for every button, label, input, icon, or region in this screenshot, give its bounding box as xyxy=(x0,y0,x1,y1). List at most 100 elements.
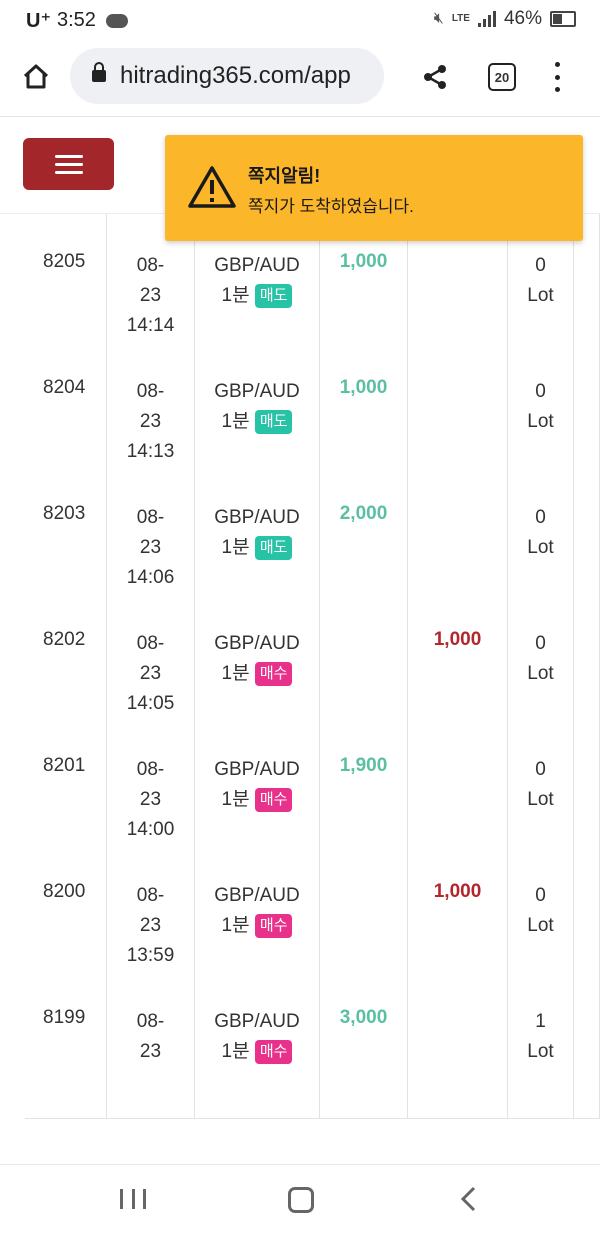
side-badge: 매수 xyxy=(254,661,293,686)
table-row: 8200 08- 23 13:59 GBP/AUD 1분 매수 1,000 0 Lot xyxy=(25,866,600,993)
trade-date-cell: 08- 23 13:59 xyxy=(107,866,195,992)
back-icon[interactable] xyxy=(458,1185,478,1213)
overflow-cell xyxy=(574,236,600,362)
signal-icon xyxy=(477,11,496,27)
profit-value xyxy=(320,866,407,881)
loss-cell xyxy=(408,740,508,866)
loss-cell xyxy=(408,362,508,488)
side-badge: 매수 xyxy=(254,1039,293,1064)
trade-time: 13:59 xyxy=(126,945,175,966)
trade-period: 1분 xyxy=(221,915,250,936)
trade-period: 1분 xyxy=(221,537,250,558)
trade-id: 8201 xyxy=(43,755,86,776)
trade-id-cell: 8200 xyxy=(25,866,107,992)
trade-id-cell: 8204 xyxy=(25,362,107,488)
trade-date-day: 23 xyxy=(139,915,162,936)
table-row: 8202 08- 23 14:05 GBP/AUD 1분 매수 1,000 0 Lot xyxy=(25,614,600,741)
lot-cell: 0 Lot xyxy=(508,488,574,614)
notification-toast[interactable]: 쪽지알림! 쪽지가 도착하였습니다. xyxy=(165,135,583,241)
trade-id-cell: 8203 xyxy=(25,488,107,614)
loss-value xyxy=(408,740,507,755)
mute-icon: 🔇︎ xyxy=(433,10,444,27)
warning-icon xyxy=(188,166,236,208)
lot-value: 0 xyxy=(535,633,546,654)
trade-pair-cell: GBP/AUD 1분 매수 xyxy=(195,866,320,992)
currency-pair: GBP/AUD xyxy=(214,381,300,402)
loss-cell xyxy=(408,236,508,362)
loss-value xyxy=(408,992,507,1007)
url-text: hitrading365.com/app xyxy=(120,62,351,89)
loss-value: 1,000 xyxy=(433,881,482,902)
trade-period: 1분 xyxy=(221,789,250,810)
trade-date-day: 23 xyxy=(139,411,162,432)
network-type: LTE xyxy=(451,13,470,24)
overflow-cell xyxy=(574,362,600,488)
trade-id: 8199 xyxy=(43,1007,86,1028)
currency-pair: GBP/AUD xyxy=(214,633,300,654)
lot-value: 0 xyxy=(535,759,546,780)
table-row: 8201 08- 23 14:00 GBP/AUD 1분 매수 1,900 0 Lot xyxy=(25,740,600,867)
trade-date-cell: 08- 23 14:13 xyxy=(107,362,195,488)
overflow-cell xyxy=(574,740,600,866)
menu-icon[interactable] xyxy=(23,138,114,190)
cloud-icon xyxy=(105,13,128,28)
trade-time: 14:00 xyxy=(126,819,175,840)
lot-unit: Lot xyxy=(527,411,554,432)
lot-unit: Lot xyxy=(527,537,554,558)
currency-pair: GBP/AUD xyxy=(214,885,300,906)
trade-period: 1분 xyxy=(221,663,250,684)
lot-unit: Lot xyxy=(527,285,554,306)
profit-cell: 2,000 xyxy=(320,488,408,614)
trade-id-cell: 8206 xyxy=(25,214,107,236)
lot-cell: 0 Lot xyxy=(508,614,574,740)
table-row: 8199 08- 23 GBP/AUD 1분 매수 3,000 1 Lot xyxy=(25,992,600,1119)
trade-time: 14:05 xyxy=(126,693,175,714)
lot-value: 0 xyxy=(535,381,546,402)
lot-cell: 0 Lot xyxy=(508,866,574,992)
trade-id: 8203 xyxy=(43,503,86,524)
lot-unit: Lot xyxy=(527,789,554,810)
overflow-cell xyxy=(574,866,600,992)
status-right: 🔇︎ LTE 46% xyxy=(434,8,576,30)
trade-date: 08- xyxy=(136,1011,165,1032)
carrier-label: U⁺ xyxy=(26,10,51,32)
toast-message: 쪽지가 도착하였습니다. xyxy=(248,197,414,216)
profit-value: 1,000 xyxy=(339,251,388,272)
trade-pair-cell: GBP/AUD 1분 매도 xyxy=(195,236,320,362)
lot-cell: 0 Lot xyxy=(508,740,574,866)
profit-cell: 3,000 xyxy=(320,992,408,1118)
address-bar[interactable]: hitrading365.com/app xyxy=(70,48,384,104)
trade-date-cell: 08- 23 14:14 xyxy=(107,236,195,362)
trade-time: 14:14 xyxy=(126,315,175,336)
trade-id-cell: 8201 xyxy=(25,740,107,866)
home-icon[interactable] xyxy=(18,58,54,94)
profit-value: 1,000 xyxy=(339,377,388,398)
clock: 3:52 xyxy=(57,9,96,31)
trade-date-cell: 08- 23 xyxy=(107,992,195,1118)
trade-date: 08- xyxy=(136,633,165,654)
side-badge: 매도 xyxy=(254,535,293,560)
trade-date-day: 23 xyxy=(139,285,162,306)
profit-cell xyxy=(320,614,408,740)
nav-home-icon[interactable] xyxy=(288,1187,314,1213)
more-vert-icon[interactable] xyxy=(552,62,562,92)
loss-cell xyxy=(408,992,508,1118)
recents-icon[interactable] xyxy=(120,1189,146,1209)
tab-switcher-button[interactable]: 20 xyxy=(488,63,516,91)
trade-date: 08- xyxy=(136,507,165,528)
loss-cell: 1,000 xyxy=(408,866,508,992)
trade-period: 1분 xyxy=(221,1041,250,1062)
trade-date-day: 23 xyxy=(139,537,162,558)
battery-percent: 46% xyxy=(503,8,542,29)
side-badge: 매도 xyxy=(254,409,293,434)
trade-id: 8202 xyxy=(43,629,86,650)
trade-id: 8205 xyxy=(43,251,86,272)
lot-cell: 0 Lot xyxy=(508,236,574,362)
share-icon[interactable] xyxy=(420,62,450,92)
browser-toolbar: hitrading365.com/app 20 xyxy=(0,40,600,117)
trade-date: 08- xyxy=(136,255,165,276)
loss-value: 1,000 xyxy=(433,629,482,650)
trade-id-cell: 8205 xyxy=(25,236,107,362)
lot-unit: Lot xyxy=(527,915,554,936)
profit-value xyxy=(320,614,407,629)
